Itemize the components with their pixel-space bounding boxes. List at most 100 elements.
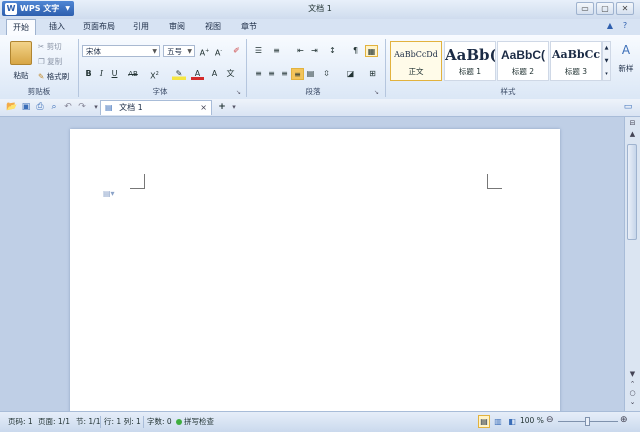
shading-button[interactable]: ◪ <box>344 68 357 80</box>
help-icon[interactable]: ? <box>619 21 631 33</box>
document-page[interactable]: ▤▾ <box>70 129 560 419</box>
clipboard-group-label: 剪贴板 <box>27 87 51 96</box>
web-view-button[interactable]: ◧ <box>506 415 518 428</box>
show-marks-button[interactable]: ¶ <box>349 45 362 57</box>
paragraph-group-label: 段落 <box>305 87 321 96</box>
close-button[interactable]: ✕ <box>616 2 634 15</box>
next-page-icon[interactable]: ⌄ <box>626 397 639 408</box>
strikethrough-button[interactable]: AB <box>125 68 141 80</box>
tab-references[interactable]: 引用 <box>126 19 156 35</box>
copy-button[interactable]: ❐ 复制 <box>38 56 62 67</box>
line-spacing-button[interactable]: ⇳ <box>320 68 333 80</box>
open-icon[interactable]: 📂 <box>6 101 18 113</box>
new-tab-icon[interactable]: + <box>216 101 228 113</box>
zoom-level[interactable]: 100 % <box>520 416 544 425</box>
font-color-button[interactable]: A <box>191 68 204 80</box>
char-shading-button[interactable]: A <box>208 68 221 80</box>
style-sample: AaBbCc <box>551 48 601 61</box>
status-page: 页码: 1 <box>8 417 33 426</box>
style-name: 正文 <box>408 67 424 76</box>
style-normal[interactable]: AaBbCcDd 正文 <box>390 41 442 81</box>
paste-button[interactable]: 粘贴 <box>8 39 34 83</box>
print-icon[interactable]: ⎙ <box>34 101 46 113</box>
document-tab-label: 文档 1 <box>119 103 143 112</box>
style-heading-2[interactable]: AaBbC( 标题 2 <box>497 41 549 81</box>
divider <box>78 39 79 97</box>
copy-label: 复制 <box>47 57 63 66</box>
bold-button[interactable]: B <box>82 68 95 80</box>
ribbon-tabs: 开始 插入 页面布局 引用 审阅 视图 章节 ▲ ? <box>0 19 640 35</box>
increase-indent-button[interactable]: ⇥ <box>308 45 321 57</box>
clear-format-icon[interactable]: ✐ <box>230 45 243 57</box>
align-left-button[interactable]: ≡ <box>252 68 265 80</box>
redo-icon[interactable]: ↷ <box>76 101 88 113</box>
document-workspace: ▤▾ <box>0 117 624 419</box>
font-family-value: 宋体 <box>86 47 101 56</box>
bullets-button[interactable]: ☰ <box>252 45 265 57</box>
style-sample: AaBb( <box>445 46 496 64</box>
save-icon[interactable]: ▣ <box>20 101 32 113</box>
paste-label: 粘贴 <box>13 71 29 80</box>
document-tab[interactable]: ▤ 文档 1 × <box>100 100 212 115</box>
tab-insert[interactable]: 插入 <box>42 19 72 35</box>
font-size-select[interactable]: 五号 ▼ <box>163 45 195 57</box>
scroll-up-icon[interactable]: ▲ <box>626 129 639 140</box>
highlight-button[interactable]: ✎ <box>172 68 186 80</box>
zoom-out-icon[interactable]: ⊖ <box>546 415 554 425</box>
paragraph-dialog-launcher[interactable]: ↘ <box>374 89 379 96</box>
tab-list-icon[interactable]: ▾ <box>228 101 240 113</box>
style-name: 标题 2 <box>511 67 535 76</box>
chevron-down-icon: ▼ <box>187 48 192 55</box>
tab-page-layout[interactable]: 页面布局 <box>78 19 120 35</box>
gridlines-toggle[interactable]: ▦ <box>365 45 378 57</box>
page-view-button[interactable]: ▤ <box>478 415 490 428</box>
paste-options-icon[interactable]: ▤▾ <box>103 189 115 198</box>
grow-font-button[interactable]: A+ <box>198 45 211 58</box>
underline-button[interactable]: U <box>108 68 121 80</box>
style-heading-1[interactable]: AaBb( 标题 1 <box>444 41 496 81</box>
style-name: 标题 1 <box>458 67 482 76</box>
numbering-button[interactable]: ≡ <box>270 45 283 57</box>
outline-view-button[interactable]: ▥ <box>492 415 504 428</box>
maximize-button[interactable]: ▢ <box>596 2 614 15</box>
styles-scroll[interactable]: ▲ ▼ ▾ <box>602 41 611 81</box>
scroll-thumb[interactable] <box>627 144 637 240</box>
brush-icon: ✎ <box>38 72 45 81</box>
format-painter-button[interactable]: ✎ 格式刷 <box>38 71 69 82</box>
minimize-button[interactable]: ▭ <box>576 2 594 15</box>
style-heading-3[interactable]: AaBbCc 标题 3 <box>550 41 602 81</box>
close-tab-icon[interactable]: × <box>200 101 207 115</box>
document-icon: ▤ <box>105 103 113 112</box>
justify-button[interactable]: ≡ <box>291 68 304 80</box>
font-family-select[interactable]: 宋体 ▼ <box>82 45 160 57</box>
cut-button[interactable]: ✂ 剪切 <box>38 41 62 52</box>
ruler-toggle-icon[interactable]: ⊟ <box>626 118 639 129</box>
window-title: 文档 1 <box>308 4 332 13</box>
italic-button[interactable]: I <box>95 68 108 80</box>
new-style-button[interactable]: A 新样 <box>613 43 639 74</box>
tab-review[interactable]: 审阅 <box>162 19 192 35</box>
task-pane-icon[interactable]: ▭ <box>622 101 634 113</box>
distributed-button[interactable]: ▤ <box>304 68 317 80</box>
decrease-indent-button[interactable]: ⇤ <box>294 45 307 57</box>
tab-home[interactable]: 开始 <box>6 19 36 35</box>
align-center-button[interactable]: ≡ <box>265 68 278 80</box>
zoom-slider-handle[interactable] <box>585 417 590 426</box>
spell-check-label[interactable]: 拼写检查 <box>184 416 214 427</box>
superscript-button[interactable]: X2 <box>148 68 161 81</box>
borders-button[interactable]: ⊞ <box>366 68 379 80</box>
sort-button[interactable]: ↕ <box>326 45 339 57</box>
undo-icon[interactable]: ↶ <box>62 101 74 113</box>
margin-marker-left <box>130 174 145 189</box>
tab-chapter[interactable]: 章节 <box>234 19 264 35</box>
vertical-scrollbar[interactable]: ⊟ ▲ ▼ ⌃ ○ ⌄ <box>624 117 640 411</box>
font-dialog-launcher[interactable]: ↘ <box>236 89 241 96</box>
divider <box>143 416 144 428</box>
print-preview-icon[interactable]: ⌕ <box>48 101 60 113</box>
phonetic-guide-button[interactable]: 文 <box>224 68 237 80</box>
align-right-button[interactable]: ≡ <box>278 68 291 80</box>
tab-view[interactable]: 视图 <box>198 19 228 35</box>
shrink-font-button[interactable]: A- <box>212 45 225 58</box>
zoom-in-icon[interactable]: ⊕ <box>620 415 628 425</box>
collapse-ribbon-icon[interactable]: ▲ <box>604 21 616 33</box>
